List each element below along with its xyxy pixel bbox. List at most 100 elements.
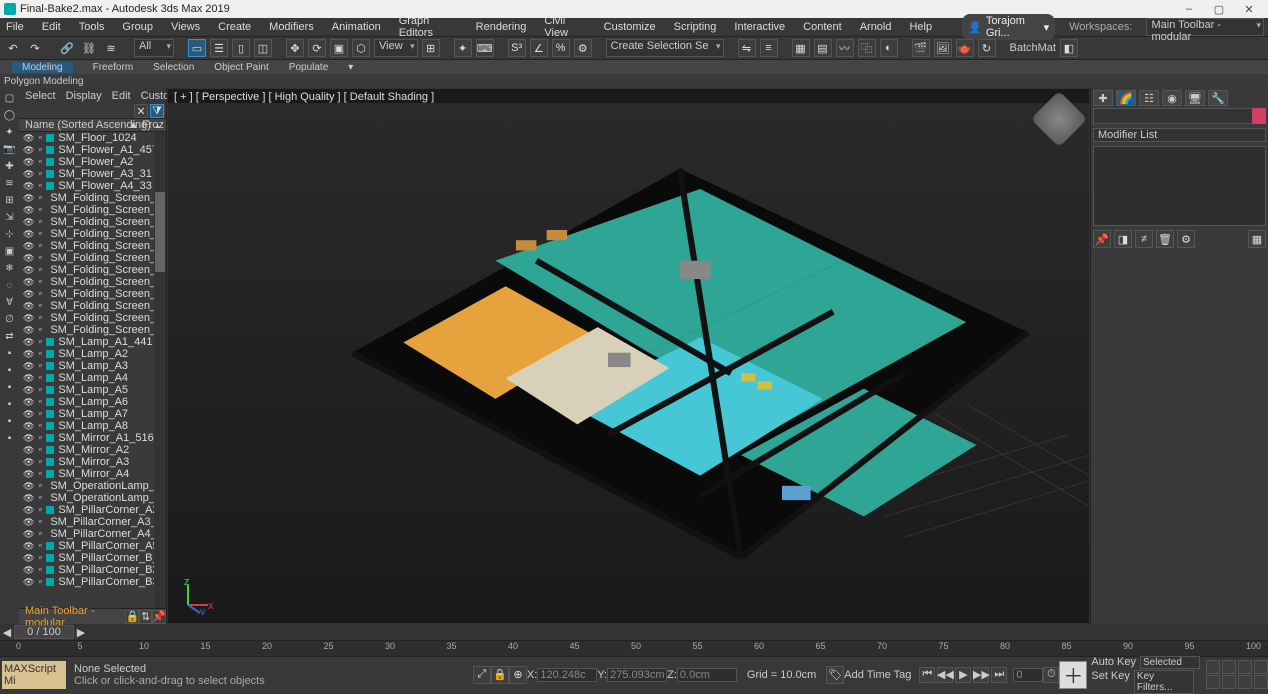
prev-frame-icon[interactable]: ◀◀ <box>937 667 953 683</box>
list-item[interactable]: 👁◦SM_PillarCorner_B2 <box>19 564 166 576</box>
visibility-icon[interactable]: 👁 <box>23 469 34 480</box>
absolute-transform-icon[interactable]: ⊕ <box>509 666 527 684</box>
coord-y-field[interactable]: 275.093cm <box>607 668 667 682</box>
list-item[interactable]: 👁◦SM_Folding_Screen_A4_184 <box>19 228 166 240</box>
snap-angle-icon[interactable]: ∠ <box>530 39 548 57</box>
visibility-icon[interactable]: 👁 <box>23 481 34 492</box>
maximize-button[interactable]: ▢ <box>1204 3 1234 16</box>
list-item[interactable]: 👁◦SM_Flower_A1_457 <box>19 144 166 156</box>
selection-lock-icon[interactable]: 🔒 <box>491 666 509 684</box>
menu-group[interactable]: Group <box>120 21 155 33</box>
filter-more1-icon[interactable]: ▪ <box>2 345 18 361</box>
list-item[interactable]: 👁◦SM_Flower_A3_31 <box>19 168 166 180</box>
list-item[interactable]: 👁◦SM_Folding_Screen_B1_492 <box>19 240 166 252</box>
render-framebuffer-icon[interactable]: 🖼 <box>934 39 952 57</box>
visibility-icon[interactable]: 👁 <box>23 505 34 516</box>
menu-tools[interactable]: Tools <box>77 21 107 33</box>
goto-start-icon[interactable]: ⏮ <box>919 667 935 683</box>
rotate-icon[interactable]: ⟳ <box>308 39 326 57</box>
ribbon-panel-title[interactable]: Polygon Modeling <box>0 74 1268 88</box>
menu-civil-view[interactable]: Civil View <box>542 15 587 39</box>
filter-cameras-icon[interactable]: 📷 <box>2 141 18 157</box>
visibility-icon[interactable]: 👁 <box>23 253 34 264</box>
named-selset-dropdown[interactable]: Create Selection Se <box>606 39 724 57</box>
zoom-icon[interactable] <box>1222 660 1236 674</box>
visibility-icon[interactable]: 👁 <box>23 277 34 288</box>
workspace-dropdown[interactable]: Main Toolbar - modular <box>1146 18 1264 36</box>
close-button[interactable]: ✕ <box>1234 3 1264 16</box>
select-name-icon[interactable]: ☰ <box>210 39 228 57</box>
coord-z-field[interactable]: 0.0cm <box>677 668 737 682</box>
list-item[interactable]: 👁◦SM_Lamp_A2 <box>19 348 166 360</box>
list-item[interactable]: 👁◦SM_Folding_Screen_A1_330 <box>19 192 166 204</box>
render-setup-icon[interactable]: 🎬 <box>912 39 930 57</box>
se-column-header-name[interactable]: Name (Sorted Ascending) ▲ Froz <box>19 118 166 132</box>
curve-editor-icon[interactable]: 〰 <box>836 39 854 57</box>
list-item[interactable]: 👁◦SM_Lamp_A4 <box>19 372 166 384</box>
visibility-icon[interactable]: 👁 <box>23 457 34 468</box>
filter-all-icon[interactable]: ∀ <box>2 294 18 310</box>
list-item[interactable]: 👁◦SM_Folding_Screen_B4 <box>19 276 166 288</box>
visibility-icon[interactable]: 👁 <box>23 565 34 576</box>
list-item[interactable]: 👁◦SM_Folding_Screen_B7 <box>19 312 166 324</box>
user-chip[interactable]: 👤Torajom Gri...▾ <box>962 14 1055 40</box>
zoom-extents-icon[interactable] <box>1238 660 1252 674</box>
visibility-icon[interactable]: 👁 <box>23 409 34 420</box>
list-item[interactable]: 👁◦SM_Lamp_A6 <box>19 396 166 408</box>
list-item[interactable]: 👁◦SM_Lamp_A1_441 <box>19 336 166 348</box>
modifier-sets-icon[interactable]: ▦ <box>1248 230 1266 248</box>
visibility-icon[interactable]: 👁 <box>23 325 34 336</box>
layer-explorer-icon[interactable]: ▦ <box>792 39 810 57</box>
visibility-icon[interactable]: 👁 <box>23 157 34 168</box>
se-menu-select[interactable]: Select <box>25 90 56 102</box>
list-item[interactable]: 👁◦SM_OperationLamp_A1_113 <box>19 480 166 492</box>
menu-animation[interactable]: Animation <box>330 21 383 33</box>
visibility-icon[interactable]: 👁 <box>23 205 34 216</box>
snap-percent-icon[interactable]: % <box>552 39 570 57</box>
list-item[interactable]: 👁◦SM_PillarCorner_A4_22 <box>19 528 166 540</box>
timeslider-next-icon[interactable]: ▶ <box>74 626 88 639</box>
visibility-icon[interactable]: 👁 <box>23 169 34 180</box>
se-lock-icon[interactable]: 🔒 <box>125 610 139 624</box>
ribbon-tab-modeling[interactable]: Modeling <box>12 62 73 73</box>
cp-motion-icon[interactable]: ◉ <box>1162 90 1182 106</box>
list-item[interactable]: 👁◦SM_Folding_Screen_B8_303 <box>19 324 166 336</box>
se-pin-icon[interactable]: 📌 <box>152 610 166 624</box>
visibility-icon[interactable]: 👁 <box>23 517 34 528</box>
cp-modify-icon[interactable]: 🌈 <box>1116 90 1136 106</box>
list-item[interactable]: 👁◦SM_Flower_A4_33 <box>19 180 166 192</box>
ribbon-tab-populate[interactable]: Populate <box>289 62 328 73</box>
visibility-icon[interactable]: 👁 <box>23 529 34 540</box>
filter-spacewarp-icon[interactable]: ≋ <box>2 175 18 191</box>
selection-filter-dropdown[interactable]: All <box>134 39 174 57</box>
schematic-view-icon[interactable]: ⿻ <box>858 39 876 57</box>
list-item[interactable]: 👁◦SM_Folding_Screen_A3_131 <box>19 216 166 228</box>
object-name-field[interactable] <box>1093 108 1266 124</box>
pin-stack-icon[interactable]: 📌 <box>1093 230 1111 248</box>
make-unique-icon[interactable]: ≠ <box>1135 230 1153 248</box>
menu-arnold[interactable]: Arnold <box>858 21 894 33</box>
cp-display-icon[interactable]: 🖥 <box>1185 90 1205 106</box>
menu-edit[interactable]: Edit <box>40 21 63 33</box>
list-item[interactable]: 👁◦SM_Lamp_A7 <box>19 408 166 420</box>
viewport-label[interactable]: [ + ] [ Perspective ] [ High Quality ] [… <box>168 89 1089 103</box>
unlink-icon[interactable]: ⛓ <box>80 39 98 57</box>
menu-file[interactable]: File <box>4 21 26 33</box>
move-icon[interactable]: ✥ <box>286 39 304 57</box>
se-menu-display[interactable]: Display <box>66 90 102 102</box>
visibility-icon[interactable]: 👁 <box>23 577 34 588</box>
menu-rendering[interactable]: Rendering <box>474 21 529 33</box>
autokey-button[interactable]: Auto Key <box>1091 656 1136 669</box>
play-icon[interactable]: ▶ <box>955 667 971 683</box>
visibility-icon[interactable]: 👁 <box>23 493 34 504</box>
visibility-icon[interactable]: 👁 <box>23 133 34 144</box>
maxscript-listener[interactable]: MAXScript Mi <box>2 661 66 689</box>
cp-create-icon[interactable]: ✚ <box>1093 90 1113 106</box>
visibility-icon[interactable]: 👁 <box>23 433 34 444</box>
filter-shapes-icon[interactable]: ◯ <box>2 107 18 123</box>
modifier-stack[interactable] <box>1093 146 1266 226</box>
modifier-list-dropdown[interactable]: Modifier List <box>1093 128 1266 142</box>
menu-interactive[interactable]: Interactive <box>732 21 787 33</box>
se-menu-edit[interactable]: Edit <box>112 90 131 102</box>
manipulate-icon[interactable]: ✦ <box>454 39 472 57</box>
